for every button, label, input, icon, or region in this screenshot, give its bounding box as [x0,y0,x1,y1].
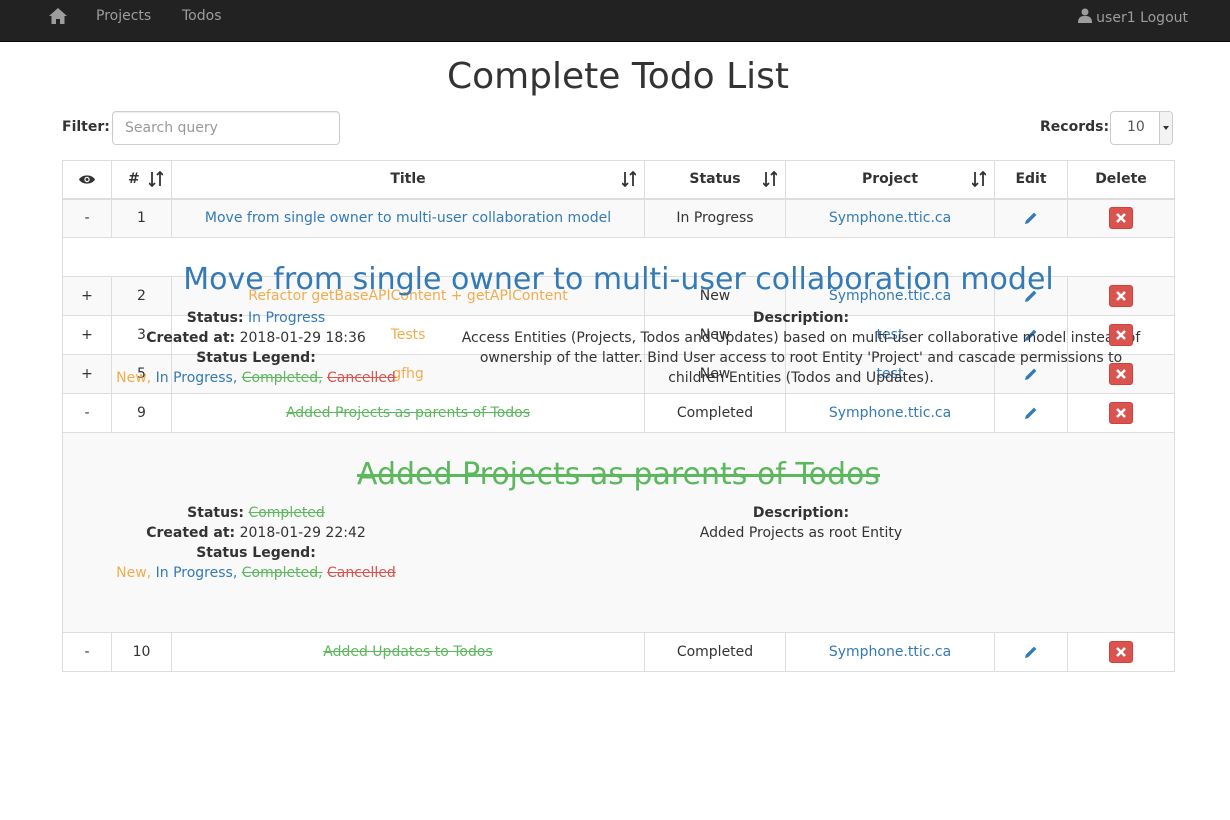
sort-icon[interactable] [762,170,778,188]
nav-link-todos[interactable]: Todos [182,8,221,24]
collapse-toggle[interactable]: - [62,198,112,238]
close-icon [1116,213,1126,224]
column-header-expand [62,160,112,200]
close-icon [1116,291,1126,301]
todo-title-link[interactable]: Added Updates to Todos [323,644,493,660]
row-number: 9 [111,393,172,433]
column-label-title: Title [390,171,426,188]
column-header-status[interactable]: Status [644,160,786,200]
column-label-number: # [128,171,140,188]
collapse-toggle[interactable]: - [62,632,112,672]
legend-label: Status Legend: [196,545,316,561]
project-link[interactable]: Symphone.ttic.ca [829,405,951,421]
todo-title-link[interactable]: Added Projects as parents of Todos [286,405,530,421]
column-label-status: Status [689,171,741,188]
close-icon [1116,647,1126,657]
created-label: Created at: [146,330,236,346]
search-input[interactable] [112,111,340,145]
row-status: In Progress [644,198,786,238]
collapse-toggle[interactable]: - [62,393,112,433]
table-row: - 9 Added Projects as parents of Todos C… [62,393,1175,433]
chevron-down-icon [1159,112,1172,144]
records-select[interactable]: 10 [1110,111,1173,145]
legend-in-progress: In Progress, [155,565,238,581]
detail-meta: Status: In Progress Created at: 2018-01-… [86,308,426,388]
legend-cancelled: Cancelled [327,565,396,581]
column-header-number[interactable]: # [111,160,172,200]
todo-detail-panel: Move from single owner to multi-user col… [62,237,1175,386]
close-icon [1116,369,1126,379]
table-row: - 1 Move from single owner to multi-user… [62,198,1175,238]
status-label: Status: [187,505,244,521]
legend-new: New, [116,370,152,386]
detail-title: Added Projects as parents of Todos [356,457,881,492]
detail-meta: Status: Completed Created at: 2018-01-29… [86,503,426,583]
todo-title-link[interactable]: Move from single owner to multi-user col… [205,210,611,226]
created-value: 2018-01-29 18:36 [239,330,366,346]
column-header-project[interactable]: Project [785,160,995,200]
description-text: Access Entities (Projects, Todos and Upd… [461,330,1141,386]
table-header-row: # Title Status Project Edit Delete [62,160,1175,200]
table-row: - 10 Added Updates to Todos Completed Sy… [62,632,1175,672]
column-label-project: Project [861,171,919,188]
user-logout-label: user1 Logout [1096,9,1188,26]
nav-link-projects[interactable]: Projects [96,8,151,24]
page-title: Complete Todo List [446,56,790,97]
created-value: 2018-01-29 22:42 [239,525,366,541]
project-link[interactable]: Symphone.ttic.ca [829,210,951,226]
delete-button[interactable] [1109,324,1133,346]
home-icon[interactable] [47,5,69,27]
legend-new: New, [116,565,152,581]
status-label: Status: [186,310,244,326]
delete-button[interactable] [1109,207,1133,230]
detail-description: Description: Access Entities (Projects, … [451,308,1151,388]
legend-in-progress: In Progress, [155,370,238,386]
records-value: 10 [1127,119,1145,135]
user-icon [1078,8,1093,27]
delete-button[interactable] [1109,285,1133,307]
logout-link[interactable]: user1 Logout [1078,8,1188,27]
description-text: Added Projects as root Entity [699,525,903,541]
row-status: Completed [644,632,786,672]
delete-button[interactable] [1109,402,1133,424]
sort-icon[interactable] [148,170,164,188]
pencil-icon[interactable] [1024,211,1038,225]
filter-label: Filter: [62,119,110,135]
legend-completed: Completed, [241,565,323,581]
description-label: Description: [752,505,850,521]
detail-title: Move from single owner to multi-user col… [183,262,1054,297]
todo-table: # Title Status Project Edit Delete - 1 M [62,160,1175,672]
sort-icon[interactable] [971,170,987,188]
status-value: Completed [248,505,325,521]
todo-detail-panel: Added Projects as parents of Todos Statu… [62,432,1175,633]
column-header-delete: Delete [1067,160,1175,200]
close-icon [1116,330,1126,340]
row-number: 1 [111,198,172,238]
legend-cancelled: Cancelled [327,370,396,386]
legend-label: Status Legend: [196,350,316,366]
row-status: Completed [644,393,786,433]
column-header-title[interactable]: Title [171,160,645,200]
records-label: Records: [1040,119,1110,135]
project-link[interactable]: Symphone.ttic.ca [829,644,951,660]
status-legend: New, In Progress, Completed, Cancelled [86,368,426,388]
description-label: Description: [752,310,850,326]
row-number: 10 [111,632,172,672]
delete-button[interactable] [1109,363,1133,385]
status-value: In Progress [248,310,326,326]
legend-completed: Completed, [241,370,323,386]
detail-row: Move from single owner to multi-user col… [62,237,1175,386]
pencil-icon[interactable] [1024,406,1038,420]
close-icon [1116,408,1126,418]
top-navbar: Projects Todos user1 Logout [0,0,1230,42]
created-label: Created at: [146,525,236,541]
detail-description: Description: Added Projects as root Enti… [451,503,1151,543]
eye-icon [79,171,95,187]
detail-row: Added Projects as parents of Todos Statu… [62,432,1175,633]
column-header-edit: Edit [994,160,1068,200]
sort-icon[interactable] [621,170,637,188]
pencil-icon[interactable] [1024,645,1038,659]
delete-button[interactable] [1109,641,1133,663]
status-legend: New, In Progress, Completed, Cancelled [86,563,426,583]
